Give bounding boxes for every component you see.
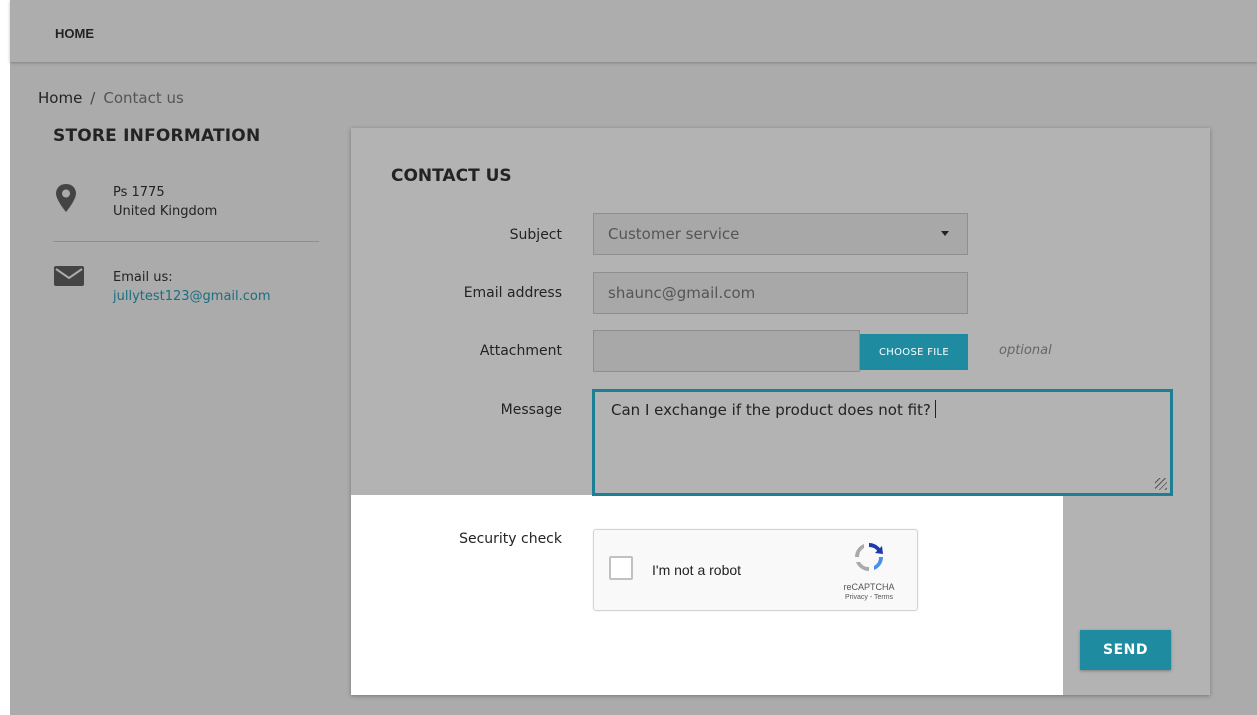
location-pin-icon bbox=[53, 183, 79, 217]
message-label: Message bbox=[500, 402, 562, 418]
store-email-text: Email us: jullytest123@gmail.com bbox=[113, 268, 271, 306]
store-divider bbox=[53, 241, 319, 242]
subject-label: Subject bbox=[509, 227, 562, 243]
page-edge bbox=[0, 0, 10, 715]
subject-select[interactable]: Customer service bbox=[593, 213, 968, 255]
recaptcha-widget: I'm not a robot reCAPTCHA Privacy - Term… bbox=[593, 529, 918, 611]
recaptcha-privacy-terms-links[interactable]: Privacy - Terms bbox=[834, 594, 904, 601]
email-address-value: shaunc@gmail.com bbox=[608, 284, 756, 302]
email-us-label: Email us: bbox=[113, 270, 173, 285]
recaptcha-logo-icon bbox=[852, 540, 886, 578]
breadcrumb-home-link[interactable]: Home bbox=[38, 89, 82, 107]
nav-home-link[interactable]: HOME bbox=[55, 26, 94, 41]
email-address-label: Email address bbox=[463, 285, 562, 301]
breadcrumb-separator: / bbox=[90, 89, 96, 107]
security-check-label: Security check bbox=[459, 531, 562, 547]
breadcrumb: Home / Contact us bbox=[38, 89, 184, 107]
attachment-label: Attachment bbox=[479, 343, 562, 359]
choose-file-button[interactable]: CHOOSE FILE bbox=[860, 334, 968, 370]
resize-grip-icon[interactable] bbox=[1155, 478, 1167, 490]
address-line-2: United Kingdom bbox=[113, 204, 218, 219]
breadcrumb-current: Contact us bbox=[103, 89, 184, 107]
text-cursor bbox=[934, 400, 936, 418]
attachment-file-input[interactable] bbox=[593, 330, 860, 372]
store-information-title: STORE INFORMATION bbox=[53, 126, 261, 146]
envelope-icon bbox=[53, 265, 85, 291]
recaptcha-brand: reCAPTCHA bbox=[843, 582, 895, 592]
address-line-1: Ps 1775 bbox=[113, 185, 165, 200]
recaptcha-checkbox[interactable] bbox=[609, 556, 633, 580]
recaptcha-label: I'm not a robot bbox=[652, 562, 742, 578]
store-email-link[interactable]: jullytest123@gmail.com bbox=[113, 289, 271, 304]
email-address-input[interactable]: shaunc@gmail.com bbox=[593, 272, 968, 314]
send-button[interactable]: SEND bbox=[1080, 630, 1171, 670]
message-text: Can I exchange if the product does not f… bbox=[611, 401, 931, 419]
top-navigation: HOME bbox=[10, 0, 1257, 62]
contact-us-title: CONTACT US bbox=[391, 166, 512, 186]
message-textarea[interactable]: Can I exchange if the product does not f… bbox=[592, 389, 1173, 496]
subject-selected-value: Customer service bbox=[608, 225, 740, 243]
chevron-down-icon bbox=[941, 231, 949, 236]
attachment-optional-note: optional bbox=[999, 343, 1052, 358]
store-address-text: Ps 1775 United Kingdom bbox=[113, 183, 217, 221]
